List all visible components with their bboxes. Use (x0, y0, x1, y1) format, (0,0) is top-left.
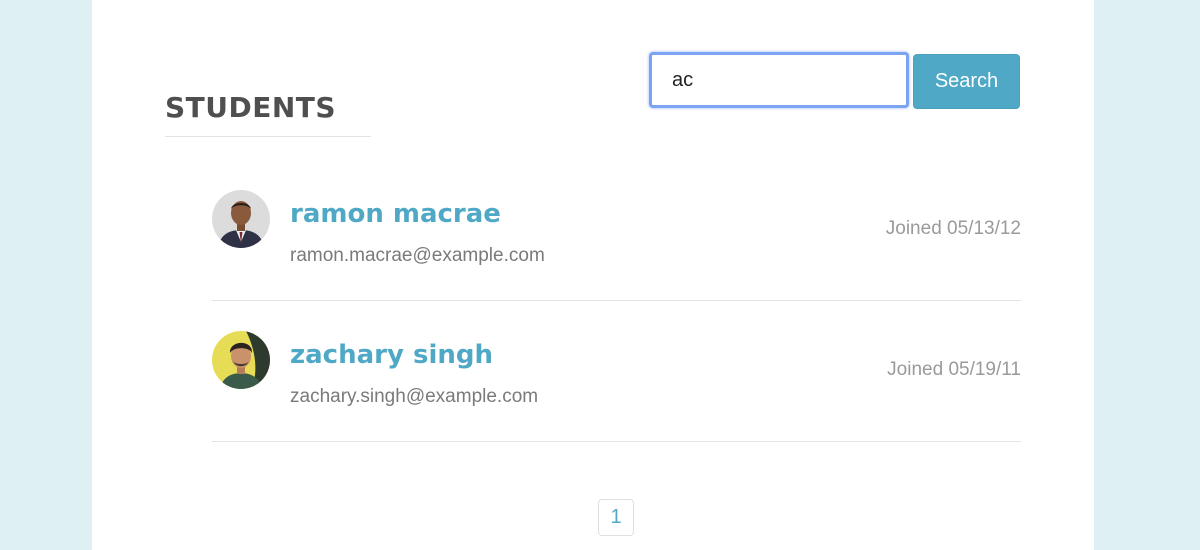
avatar-zachary-image (212, 331, 270, 389)
joined-date: Joined 05/13/12 (885, 218, 1021, 239)
avatar-ramon-image (212, 190, 270, 248)
list-item: ramon macrae ramon.macrae@example.com Jo… (212, 160, 1021, 301)
student-email: zachary.singh@example.com (290, 386, 539, 407)
list-item: zachary singh zachary.singh@example.com … (212, 301, 1021, 442)
students-heading: STUDENTS (165, 88, 371, 137)
avatar (212, 331, 270, 389)
search-input[interactable] (649, 52, 909, 108)
student-email: ramon.macrae@example.com (290, 245, 545, 266)
joined-date: Joined 05/19/11 (887, 359, 1021, 380)
pagination-page-1[interactable]: 1 (598, 499, 634, 536)
student-name-link[interactable]: zachary singh (290, 339, 493, 371)
avatar (212, 190, 270, 248)
page-panel: STUDENTS Search ramon macrae ramon.macra… (92, 0, 1094, 550)
student-name-link[interactable]: ramon macrae (290, 198, 501, 230)
search-button[interactable]: Search (913, 54, 1020, 109)
student-list: ramon macrae ramon.macrae@example.com Jo… (212, 160, 1021, 442)
page-title: STUDENTS (165, 91, 337, 124)
